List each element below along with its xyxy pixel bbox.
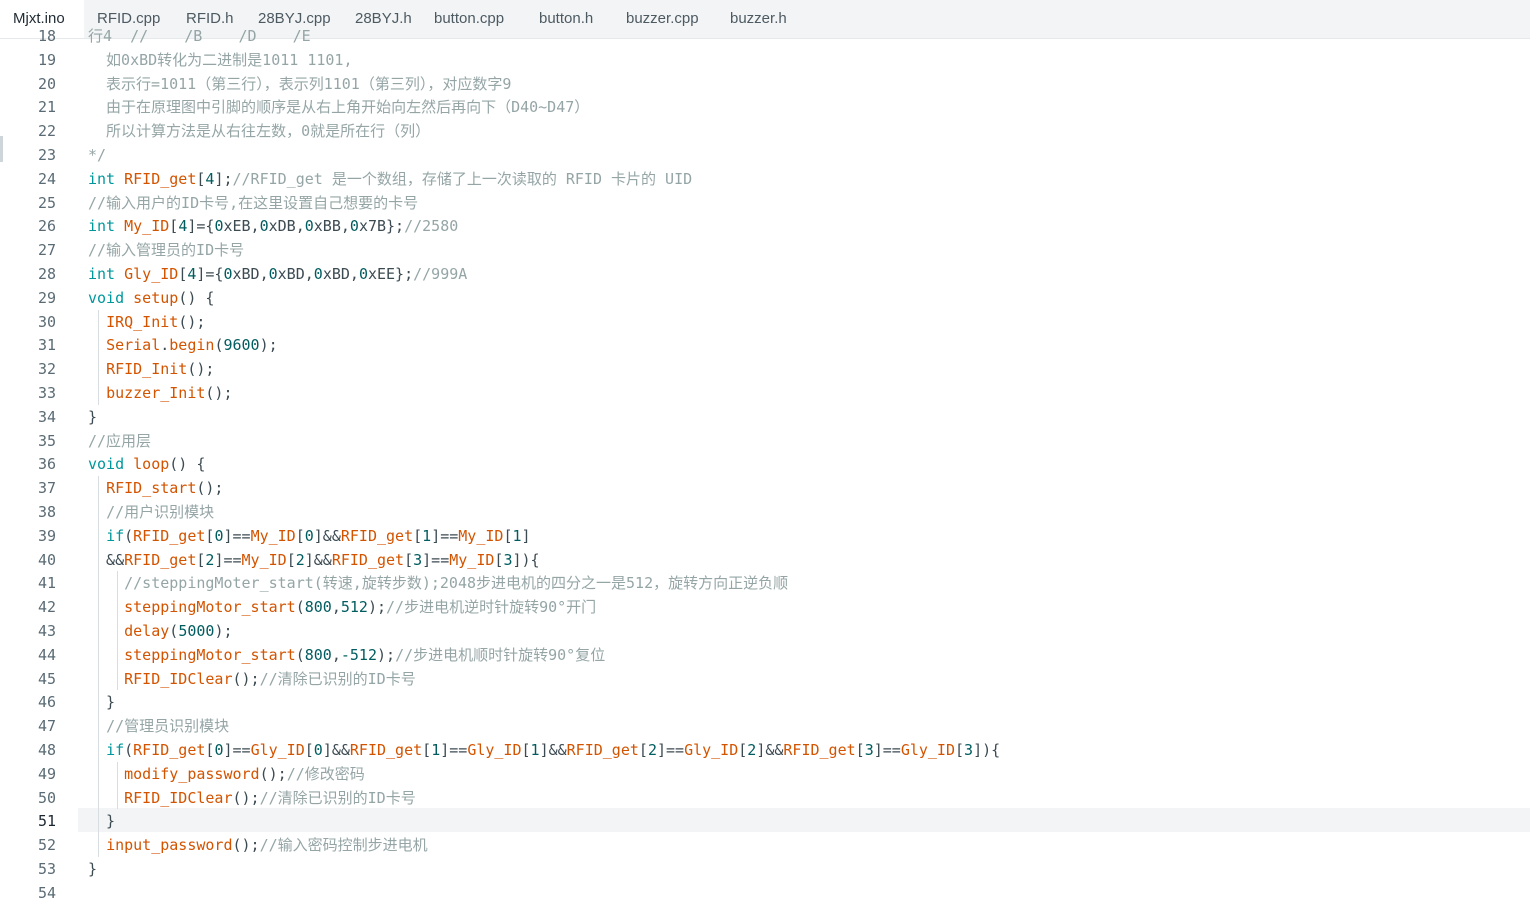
line-number: 31 [37,336,56,355]
line-number: 49 [37,764,56,783]
line-number: 48 [37,741,56,759]
indent-guide-if-admin [117,761,118,810]
code-line[interactable]: 所以计算方法是从右往左数，0就是所在行（列） [88,119,430,143]
line-number: 52 [37,836,56,855]
line-number: 43 [37,622,56,640]
code-line[interactable]: int My_ID[4]={0xEB,0xDB,0xBB,0x7B};//258… [88,214,458,238]
line-number: 26 [37,217,56,236]
code-line[interactable]: buzzer_Init(); [88,381,232,405]
code-line[interactable]: if(RFID_get[0]==My_ID[0]&&RFID_get[1]==M… [88,524,530,548]
line-number: 24 [37,169,56,188]
code-line[interactable]: } [88,809,115,833]
code-line[interactable]: //输入用户的ID卡号,在这里设置自己想要的卡号 [88,191,418,215]
tab-button-cpp[interactable]: button.cpp [434,0,504,38]
code-line[interactable]: if(RFID_get[0]==Gly_ID[0]&&RFID_get[1]==… [88,738,1000,762]
code-line[interactable]: delay(5000); [88,619,232,643]
line-number: 44 [37,645,56,664]
line-number: 35 [37,431,56,450]
line-number: 47 [37,717,56,736]
line-number: 20 [37,74,56,93]
code-line[interactable]: RFID_start(); [88,476,223,500]
current-line-highlight [78,808,1530,832]
line-number: 28 [37,265,56,283]
code-line[interactable]: 表示行=1011（第三行），表示列1101（第三列），对应数字9 [88,72,511,96]
code-line[interactable]: //steppingMoter_start(转速,旋转步数);2048步进电机的… [88,571,788,595]
code-line[interactable]: Serial.begin(9600); [88,333,278,357]
line-number: 46 [37,693,56,712]
indent-guide-loop [98,476,99,857]
line-number: 23 [37,146,56,164]
line-number: 39 [37,526,56,545]
line-number: 21 [37,98,56,117]
code-line[interactable]: int Gly_ID[4]={0xBD,0xBD,0xBD,0xEE};//99… [88,262,467,286]
line-number: 29 [37,288,56,307]
code-line[interactable]: */ [88,143,106,167]
code-line[interactable]: IRQ_Init(); [88,310,205,334]
code-line[interactable]: 行4 // /B /D /E [88,24,311,48]
line-number: 45 [37,669,56,688]
line-number: 18 [37,27,56,45]
line-number: 37 [37,479,56,498]
code-line[interactable]: //输入管理员的ID卡号 [88,238,244,262]
line-number: 50 [37,788,56,807]
code-line[interactable]: int RFID_get[4];//RFID_get 是一个数组，存储了上一次读… [88,167,692,191]
code-line[interactable]: modify_password();//修改密码 [88,762,365,786]
code-line[interactable]: } [88,857,97,881]
code-line[interactable]: 如0xBD转化为二进制是1011 1101, [88,48,352,72]
code-line[interactable]: RFID_IDClear();//清除已识别的ID卡号 [88,667,416,691]
code-line[interactable]: //应用层 [88,429,151,453]
code-line[interactable]: RFID_IDClear();//清除已识别的ID卡号 [88,786,416,810]
indent-guide-setup [98,309,99,405]
tab-28byj-h[interactable]: 28BYJ.h [355,0,412,38]
code-line[interactable]: input_password();//输入密码控制步进电机 [88,833,428,857]
line-number: 34 [37,407,56,426]
code-line[interactable]: } [88,405,97,429]
line-number: 27 [37,241,56,260]
code-line[interactable]: &&RFID_get[2]==My_ID[2]&&RFID_get[3]==My… [88,548,540,572]
line-number: 19 [37,50,56,69]
line-number: 38 [37,503,56,521]
code-line[interactable]: //管理员识别模块 [88,714,229,738]
line-number: 53 [37,860,56,878]
code-line[interactable]: //用户识别模块 [88,500,214,524]
code-line[interactable]: void setup() { [88,286,214,310]
tab-buzzer-h[interactable]: buzzer.h [730,0,787,38]
line-number: 25 [37,193,56,212]
code-line[interactable]: steppingMotor_start(800,512);//步进电机逆时针旋转… [88,595,596,619]
tab-button-h[interactable]: button.h [539,0,593,38]
line-number: 22 [37,122,56,141]
line-number: 32 [37,360,56,379]
line-number: 33 [37,384,56,402]
line-number: 54 [37,883,56,902]
line-number: 36 [37,455,56,474]
line-number: 40 [37,550,56,569]
code-line[interactable]: } [88,690,115,714]
indent-guide-if-user [117,571,118,691]
code-line[interactable]: steppingMotor_start(800,-512);//步进电机顺时针旋… [88,643,605,667]
code-line[interactable]: 由于在原理图中引脚的顺序是从右上角开始向左然后再向下（D40~D47） [88,95,589,119]
code-line[interactable]: RFID_Init(); [88,357,214,381]
line-number: 51 [37,812,56,831]
code-line[interactable]: void loop() { [88,452,205,476]
line-number: 30 [37,312,56,331]
line-number: 42 [37,598,56,617]
tab-buzzer-cpp[interactable]: buzzer.cpp [626,0,699,38]
line-number: 41 [37,574,56,593]
